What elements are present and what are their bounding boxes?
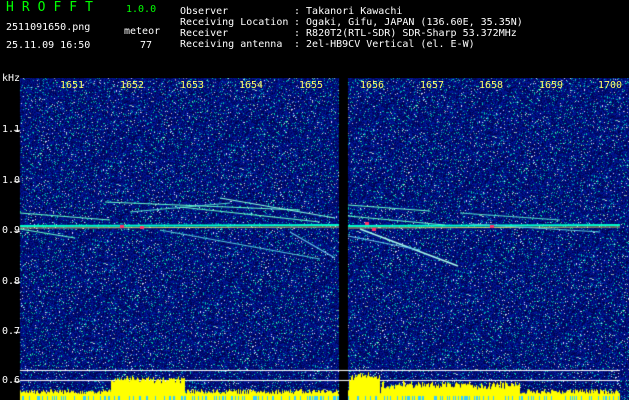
x-tick-label: 1700	[598, 80, 623, 91]
x-tick-label: 1654	[239, 80, 264, 91]
meteor-label: meteor	[124, 26, 161, 37]
y-tick-label: 0.9	[2, 225, 21, 236]
y-tick-label: 1.1	[2, 124, 21, 135]
x-tick-label: 1656	[360, 80, 385, 91]
header-panel: HROFFT 1.0.0 2511091650.png meteor 25.11…	[0, 0, 629, 78]
antenna-value: : 2el-HB9CV Vertical (el. E-W)	[294, 39, 475, 50]
y-tick-label: 0.8	[2, 276, 21, 287]
y-tick-label: 1.0	[2, 175, 21, 186]
capture-datetime: 25.11.09 16:50	[6, 40, 91, 51]
x-tick-label: 1655	[299, 80, 324, 91]
file-name: 2511091650.png	[6, 22, 91, 33]
x-tick-label: 1652	[120, 80, 145, 91]
y-tick-label: 0.7	[2, 326, 21, 337]
app-version: 1.0.0	[126, 4, 157, 15]
x-tick-label: 1653	[180, 80, 205, 91]
y-tick-label: 0.6	[2, 375, 21, 386]
antenna-label: Receiving antenna	[180, 39, 283, 50]
y-axis-unit: kHz	[2, 73, 21, 84]
x-tick-label: 1657	[420, 80, 445, 91]
x-tick-label: 1651	[60, 80, 85, 91]
x-tick-label: 1659	[539, 80, 564, 91]
meteor-count: 77	[140, 40, 153, 51]
x-tick-label: 1658	[479, 80, 504, 91]
app-title: HROFFT	[6, 0, 101, 15]
